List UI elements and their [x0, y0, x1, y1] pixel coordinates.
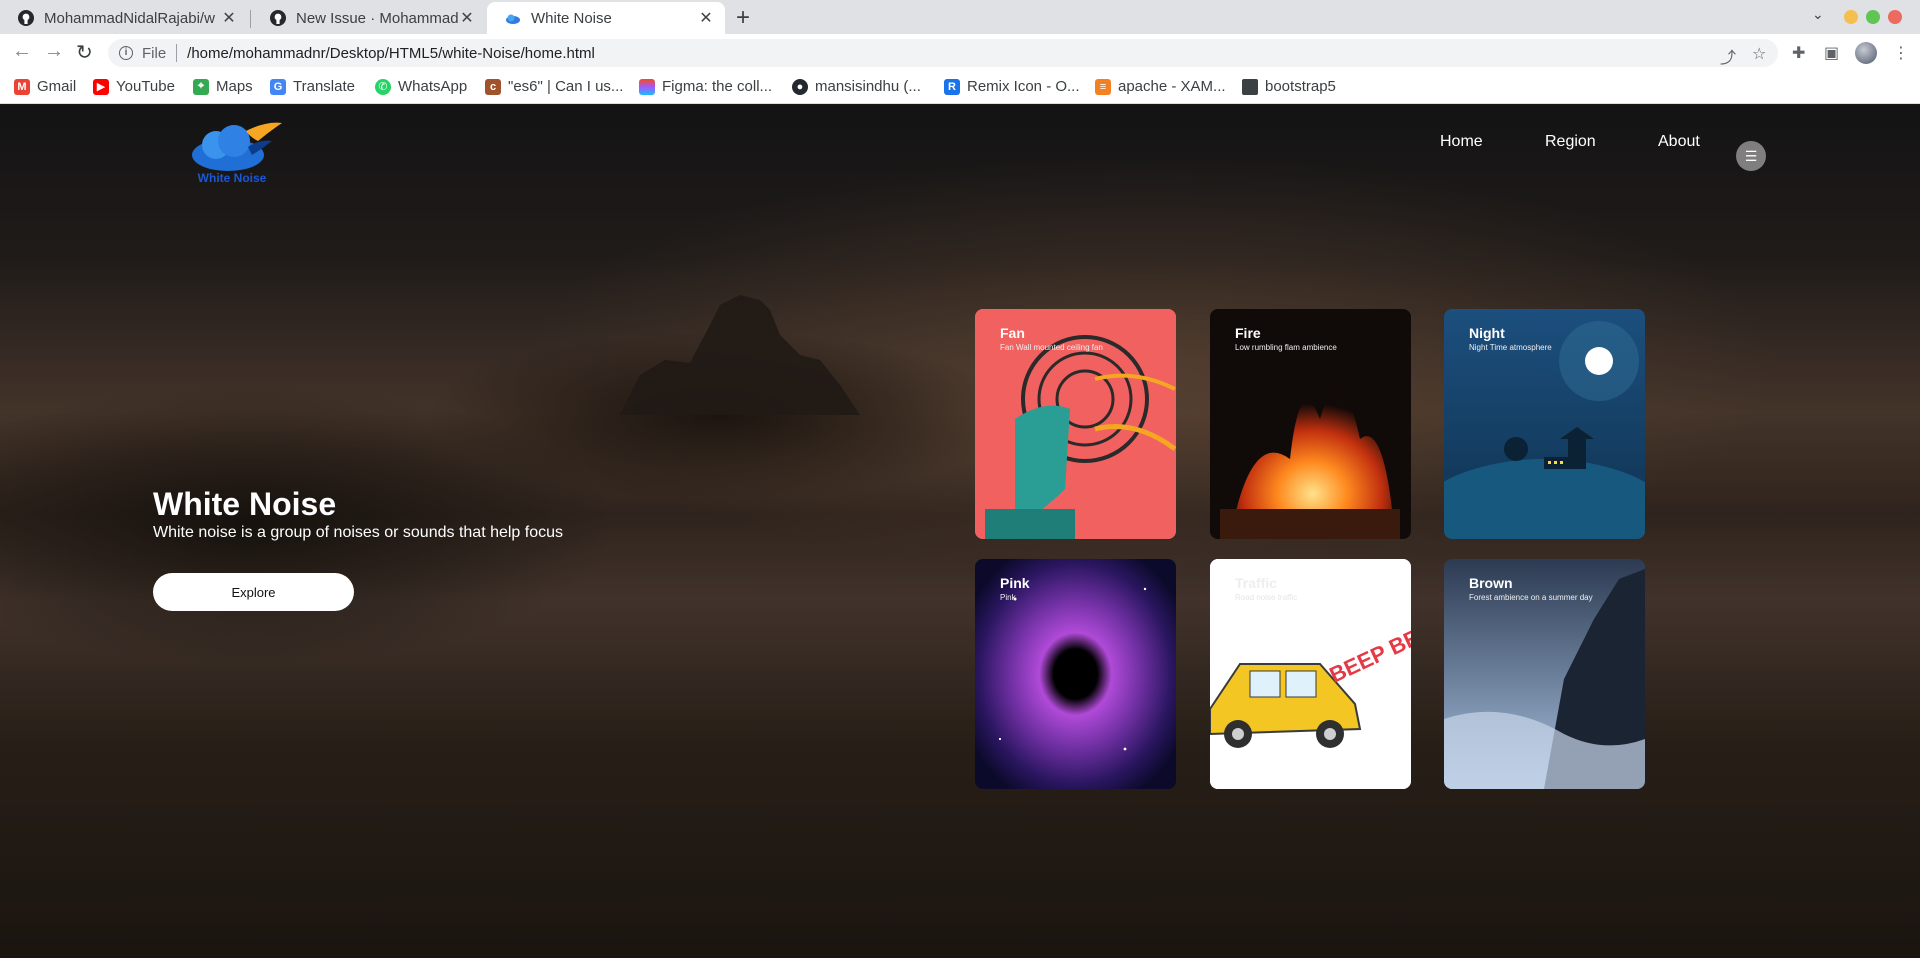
site-logo[interactable]: White Noise: [188, 119, 288, 189]
nav-link-home[interactable]: Home: [1440, 133, 1483, 151]
tab-github-repo[interactable]: MohammadNidalRajabi/w ✕: [0, 2, 248, 34]
sound-card-night[interactable]: Night Night Time atmosphere: [1444, 309, 1645, 539]
sound-card-pink[interactable]: Pink Pink: [975, 559, 1176, 789]
card-title: Brown: [1469, 575, 1513, 591]
github-icon: [270, 10, 286, 26]
info-icon[interactable]: i: [119, 46, 133, 60]
github-icon: [18, 10, 34, 26]
card-description: Pink: [1000, 593, 1016, 602]
folder-icon: [1242, 78, 1258, 95]
bookmark-whatsapp[interactable]: ✆ WhatsApp: [375, 78, 467, 95]
bookmark-label: Figma: the coll...: [662, 78, 773, 95]
logo-text: White Noise: [197, 171, 267, 185]
forward-arrow-icon[interactable]: →: [44, 40, 64, 63]
tab-divider: [250, 10, 251, 28]
bookmark-label: mansisindhu (...: [815, 78, 921, 95]
sound-card-fan[interactable]: Fan Fan Wall mounted ceiling fan: [975, 309, 1176, 539]
bookmark-label: Gmail: [37, 78, 77, 95]
new-tab-button[interactable]: +: [736, 4, 750, 32]
tab-new-issue[interactable]: New Issue · MohammadN ✕: [252, 2, 486, 34]
sound-card-traffic[interactable]: BEEP BEEP Traffic Road noise traffic: [1210, 559, 1411, 789]
bookmark-apache[interactable]: ≡ apache - XAM...: [1095, 78, 1226, 95]
bookmark-translate[interactable]: G Translate: [270, 78, 355, 95]
stackoverflow-icon: ≡: [1095, 78, 1111, 95]
bookmark-folder-bootstrap5[interactable]: bootstrap5: [1242, 78, 1336, 95]
back-arrow-icon[interactable]: ←: [12, 40, 32, 63]
sound-card-fire[interactable]: Fire Low rumbling flam ambience: [1210, 309, 1411, 539]
whatsapp-icon: ✆: [375, 78, 391, 95]
close-icon[interactable]: ✕: [220, 8, 238, 28]
browser-toolbar: ← → ↻ i File /home/mohammadnr/Desktop/HT…: [0, 34, 1920, 72]
bookmark-remix-icon[interactable]: R Remix Icon - O...: [944, 78, 1080, 95]
tab-white-noise[interactable]: White Noise ✕: [487, 2, 725, 34]
hero-title: White Noise: [153, 486, 337, 522]
tab-title: MohammadNidalRajabi/w: [44, 9, 215, 27]
page-viewport: White Noise Home Region About ☰ White No…: [0, 105, 1920, 958]
card-description: Forest ambience on a summer day: [1469, 593, 1593, 602]
bookmarks-bar: M Gmail ▶ YouTube ⌖ Maps G Translate ✆ W…: [0, 72, 1920, 104]
close-icon[interactable]: ✕: [458, 8, 476, 28]
card-title: Traffic: [1235, 575, 1278, 591]
reload-icon[interactable]: ↻: [76, 40, 93, 65]
bookmark-youtube[interactable]: ▶ YouTube: [93, 78, 175, 95]
sound-card-brown[interactable]: Brown Forest ambience on a summer day: [1444, 559, 1645, 789]
nav-link-region[interactable]: Region: [1545, 133, 1596, 151]
bookmark-label: Maps: [216, 78, 253, 95]
card-title: Fire: [1235, 325, 1261, 341]
translate-icon: G: [270, 78, 286, 95]
github-icon: ●: [792, 78, 808, 95]
profile-avatar[interactable]: [1855, 42, 1877, 64]
minimize-button[interactable]: [1844, 10, 1858, 24]
bookmark-caniuse[interactable]: c "es6" | Can I us...: [485, 78, 623, 95]
bookmark-label: YouTube: [116, 78, 175, 95]
bookmark-label: bootstrap5: [1265, 78, 1336, 95]
bookmark-star-icon[interactable]: ☆: [1752, 44, 1766, 64]
cloud-logo-icon: [192, 122, 282, 171]
side-panel-icon[interactable]: ▣: [1824, 43, 1839, 63]
caniuse-icon: c: [485, 78, 501, 95]
address-bar[interactable]: i File /home/mohammadnr/Desktop/HTML5/wh…: [108, 39, 1778, 67]
island-background-shape: [620, 295, 860, 415]
card-description: Fan Wall mounted ceiling fan: [1000, 343, 1103, 352]
nav-link-about[interactable]: About: [1658, 133, 1700, 151]
bookmark-label: Remix Icon - O...: [967, 78, 1080, 95]
extensions-puzzle-icon[interactable]: ✚: [1792, 43, 1805, 63]
figma-icon: [639, 78, 655, 95]
tab-title: New Issue · MohammadN: [296, 9, 458, 27]
hamburger-menu-icon[interactable]: ☰: [1736, 141, 1766, 171]
address-scheme-label: File: [142, 44, 167, 62]
bookmark-github[interactable]: ● mansisindhu (...: [792, 78, 921, 95]
address-url[interactable]: /home/mohammadnr/Desktop/HTML5/white-Noi…: [187, 45, 595, 62]
card-title: Fan: [1000, 325, 1025, 341]
browser-tab-bar: MohammadNidalRajabi/w ✕ New Issue · Moha…: [0, 0, 1920, 34]
hero-subtitle: White noise is a group of noises or soun…: [153, 524, 564, 541]
card-description: Night Time atmosphere: [1469, 343, 1552, 352]
card-title: Pink: [1000, 575, 1030, 591]
bookmark-maps[interactable]: ⌖ Maps: [193, 78, 253, 95]
gmail-icon: M: [14, 78, 30, 95]
close-icon[interactable]: ✕: [697, 8, 715, 28]
address-divider: [176, 44, 178, 62]
explore-button[interactable]: Explore: [153, 573, 354, 611]
chevron-down-icon[interactable]: ⌄: [1812, 6, 1824, 23]
close-window-button[interactable]: [1888, 10, 1902, 24]
kebab-menu-icon[interactable]: ⋮: [1893, 43, 1909, 63]
maps-icon: ⌖: [193, 78, 209, 95]
bookmark-label: WhatsApp: [398, 78, 468, 95]
bookmark-gmail[interactable]: M Gmail: [14, 78, 76, 95]
youtube-icon: ▶: [93, 78, 109, 95]
remix-icon: R: [944, 78, 960, 95]
maximize-button[interactable]: [1866, 10, 1880, 24]
bookmark-label: Translate: [293, 78, 355, 95]
card-title: Night: [1469, 325, 1505, 341]
share-icon[interactable]: ⤴: [1720, 44, 1736, 68]
card-description: Road noise traffic: [1235, 593, 1298, 602]
bookmark-figma[interactable]: Figma: the coll...: [639, 78, 772, 95]
bookmark-label: apache - XAM...: [1118, 78, 1226, 95]
cloud-favicon-icon: [506, 14, 520, 24]
tab-title: White Noise: [531, 9, 612, 27]
card-description: Low rumbling flam ambience: [1235, 343, 1337, 352]
bookmark-label: "es6" | Can I us...: [508, 78, 624, 95]
